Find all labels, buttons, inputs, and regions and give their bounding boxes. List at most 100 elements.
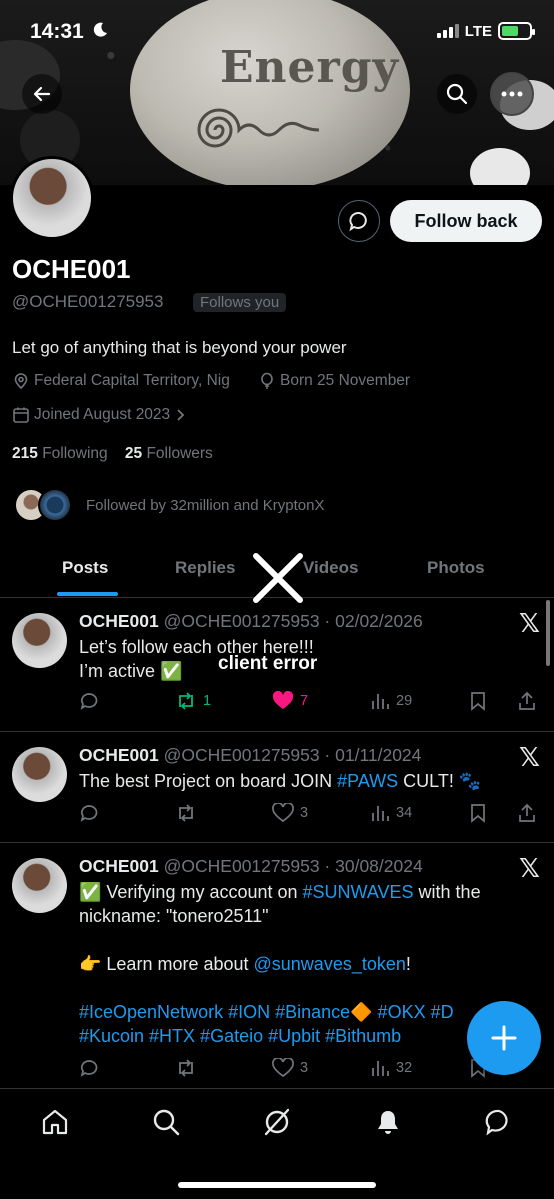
following-link[interactable]: 215 Following [12,445,108,462]
post-line-2: I’m active ✅ [79,661,183,681]
spiral-icon [197,108,320,148]
search-icon [446,83,468,105]
back-button[interactable] [22,74,62,114]
views-button[interactable]: 34 [370,803,412,823]
views-button[interactable]: 29 [370,691,412,711]
followers-count: 25 [124,445,143,462]
bookmark-icon [471,692,485,711]
like-count: 3 [300,805,309,821]
reply-button[interactable] [79,803,99,823]
post-actions: 1 7 29 [79,691,539,715]
tab-replies[interactable]: Replies [175,558,235,578]
follower-avatar-2 [38,488,72,522]
share-button[interactable] [517,691,537,711]
hashtag-line[interactable]: #IceOpenNetwork #ION #Binance🔶 #OKX #D [79,1002,454,1022]
x-logo-icon: 𝕏 [519,853,540,883]
post-header: OCHE001 @OCHE001275953 · 01/11/2024 [79,745,421,766]
share-button[interactable] [517,803,537,823]
client-error-text: client error [218,653,318,674]
status-time: 14:31 [30,20,84,43]
messages-icon [485,1109,508,1136]
repost-count: 1 [203,693,212,709]
repost-button[interactable] [175,1058,197,1078]
x-logo-icon: 𝕏 [519,608,540,638]
like-button[interactable]: 3 [272,1058,308,1078]
reply-icon [80,805,98,822]
post-avatar[interactable] [12,858,67,913]
nav-search[interactable] [149,1105,183,1139]
views-chart-icon [372,806,389,821]
grok-icon [264,1108,290,1136]
post-actions: 3 32 [79,1058,539,1082]
repost-icon [179,804,193,822]
views-button[interactable]: 32 [370,1058,412,1078]
followers-label: Followers [146,445,213,462]
view-count: 29 [396,693,413,709]
scrollbar-thumb[interactable] [546,600,550,666]
mention-link[interactable]: @sunwaves_token [254,954,406,974]
post-text-part: nickname: "tonero2511" [79,906,269,926]
post-text-part: 👉 Learn more about [79,954,254,974]
like-button[interactable]: 3 [272,803,308,823]
nav-grok[interactable] [260,1105,294,1139]
profile-avatar[interactable] [10,156,94,240]
repost-button[interactable]: 1 [175,691,211,711]
view-count: 32 [396,1060,413,1076]
post-avatar[interactable] [12,613,67,668]
bookmark-button[interactable] [469,803,487,823]
repost-button[interactable] [175,803,197,823]
tab-posts[interactable]: Posts [62,558,108,578]
nav-notifications[interactable] [371,1105,405,1139]
hashtag-link[interactable]: #SUNWAVES [303,882,414,902]
reply-button[interactable] [79,691,99,711]
profile-location: Federal Capital Territory, Nig [12,372,230,390]
reply-icon [80,1060,98,1077]
plus-icon [491,1025,517,1051]
status-indicators: LTE [436,22,535,40]
followed-by-row[interactable]: Followed by 32million and KryptonX [14,488,324,522]
bottom-nav [0,1088,554,1199]
calendar-icon [13,407,29,423]
hashtag-line[interactable]: #Kucoin #HTX #Gateio #Upbit #Bithumb [79,1026,401,1046]
home-icon [42,1109,68,1135]
heart-icon [272,1058,294,1078]
balloon-icon [261,372,273,389]
post-actions: 3 34 [79,803,539,827]
like-button[interactable]: 7 [272,691,308,711]
tab-videos[interactable]: Videos [303,558,358,578]
back-arrow-icon [33,86,51,102]
chat-bubble-icon [349,212,367,232]
post-meta: @OCHE001275953 · 02/02/2026 [163,611,423,631]
nav-home[interactable] [38,1105,72,1139]
compose-post-button[interactable] [467,1001,541,1075]
network-label: LTE [464,22,492,40]
nav-messages[interactable] [482,1105,516,1139]
more-options-button[interactable] [490,72,534,116]
profile-birthday: Born 25 November [258,372,410,390]
like-count: 3 [300,1060,309,1076]
post-text: ✅ Verifying my account on #SUNWAVES with… [79,880,481,1048]
post-text-part: ✅ Verifying my account on [79,882,303,902]
post-author-name: OCHE001 [79,745,159,765]
follow-back-button[interactable]: Follow back [390,200,542,242]
search-profile-button[interactable] [437,74,477,114]
close-x-icon [253,553,303,603]
views-chart-icon [372,694,389,709]
tab-photos[interactable]: Photos [427,558,485,578]
hashtag-link[interactable]: #PAWS [337,771,398,791]
more-dots-icon [501,91,523,97]
profile-joined[interactable]: Joined August 2023 [12,406,186,424]
share-icon [519,691,535,710]
following-count: 215 [12,445,38,462]
moon-icon [93,22,107,37]
post-2[interactable]: OCHE001 @OCHE001275953 · 01/11/2024 𝕏 Th… [0,733,554,843]
post-avatar[interactable] [12,747,67,802]
reply-button[interactable] [79,1058,99,1078]
message-button[interactable] [338,200,380,242]
followers-link[interactable]: 25 Followers [125,445,213,462]
reply-icon [80,693,98,710]
post-text-part: ! [405,954,411,974]
active-tab-indicator [57,592,118,596]
birthday-text: Born 25 November [280,372,411,389]
bookmark-button[interactable] [469,691,487,711]
